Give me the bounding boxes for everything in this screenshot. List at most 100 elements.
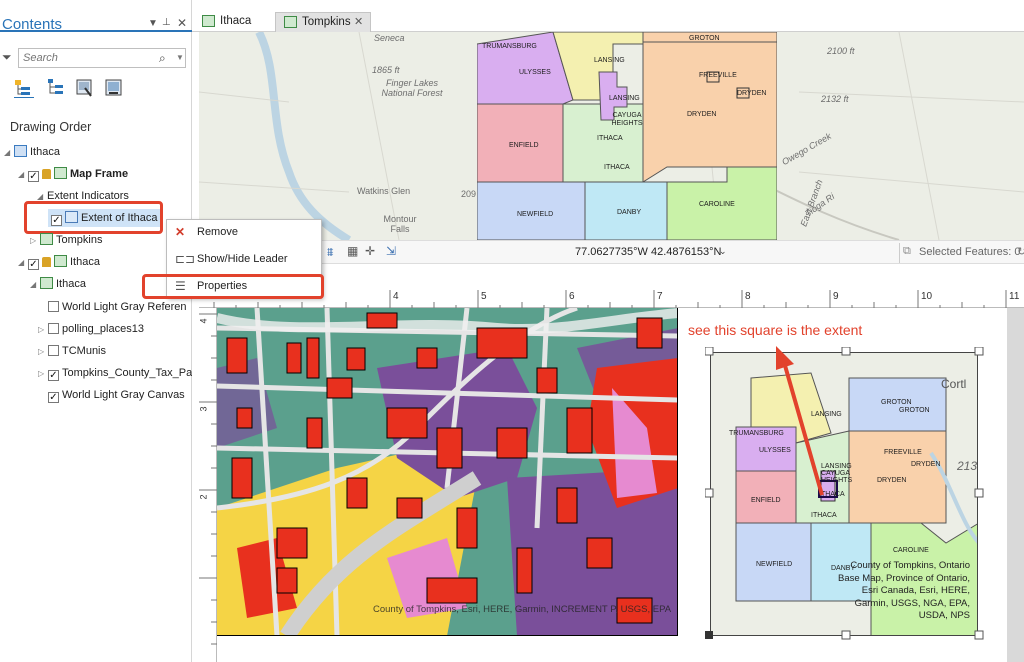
filter-icon[interactable]: ⏷ <box>2 50 12 65</box>
search-input[interactable] <box>19 49 159 67</box>
tab-tompkins[interactable]: Tompkins ✕ <box>275 12 371 32</box>
layout-tab-icon <box>202 15 215 27</box>
region-label: ENFIELD <box>509 142 539 149</box>
menu-item-show-hide-leader[interactable]: ⊏⊐ Show/Hide Leader <box>167 248 321 270</box>
pane-menu-icon[interactable]: ▼ <box>148 18 158 29</box>
highlight-extent-item <box>24 201 163 234</box>
map-status-bar: ⩩ ▦ ✛ ⇲ 77.0627735°W 42.4876153°N ⌄ ⧉ Se… <box>199 240 1024 264</box>
bg-label: Finger Lakes National Forest <box>381 78 443 98</box>
map-frame-icon <box>54 167 67 179</box>
expand-icon[interactable]: ▷ <box>38 365 48 382</box>
view-tabs: Ithaca Tompkins ✕ <box>192 10 1024 32</box>
constraints-icon[interactable]: ⇲ <box>386 244 396 258</box>
parcel-map <box>217 308 677 635</box>
region-label: LANSING <box>609 95 640 102</box>
expand-icon[interactable]: ▷ <box>38 321 48 338</box>
tree-item-label: Map Frame <box>70 168 129 180</box>
ruler-number: 4 <box>198 318 209 324</box>
coordinate-system-dropdown-icon[interactable]: ⌄ <box>719 246 727 257</box>
ruler-number: 3 <box>198 406 209 412</box>
tree-item-ithaca-frame[interactable]: ◢ ✓ Ithaca <box>18 253 100 271</box>
layer-row[interactable]: ▷ ✓ Tompkins_County_Tax_Pa <box>38 364 192 382</box>
selected-features-count: Selected Features: 0 <box>919 246 1021 258</box>
map-tab-icon <box>284 16 297 28</box>
layer-checkbox[interactable] <box>48 301 59 312</box>
region-label: CAROLINE <box>699 201 735 208</box>
scale-tool-icon[interactable]: ⩩ <box>327 245 333 260</box>
layer-label: Tompkins_County_Tax_Pa <box>62 367 192 379</box>
tree-item-label: Tompkins <box>56 234 103 246</box>
main-map-attribution: County of Tompkins, Esri, HERE, Garmin, … <box>373 604 672 615</box>
tab-ithaca[interactable]: Ithaca <box>194 12 270 32</box>
collapse-icon[interactable]: ◢ <box>30 276 40 294</box>
tree-item-ithaca-map[interactable]: ◢ Ithaca <box>30 275 86 293</box>
tompkins-map-view[interactable]: Seneca 1865 ft Finger Lakes National For… <box>199 32 1024 240</box>
region-label: DRYDEN <box>687 111 717 118</box>
menu-item-remove[interactable]: ✕ Remove <box>167 221 321 243</box>
tree-item-ithaca-layout[interactable]: ◢ Ithaca <box>4 143 60 161</box>
tree-item-tompkins[interactable]: ▷ Tompkins <box>30 231 102 249</box>
layer-checkbox[interactable] <box>48 323 59 334</box>
bg-label: 209 <box>461 189 477 199</box>
ruler-number: 8 <box>745 291 751 302</box>
collapse-icon[interactable]: ◢ <box>18 254 28 272</box>
layout-icon <box>14 145 27 157</box>
pin-icon[interactable]: ⊥ <box>162 17 171 28</box>
layer-label: World Light Gray Canvas <box>62 389 185 401</box>
frame-checkbox[interactable]: ✓ <box>28 259 39 270</box>
list-by-drawing-order-icon[interactable] <box>14 78 34 98</box>
annotation-arrow <box>776 346 824 496</box>
ruler-number: 11 <box>1009 291 1020 302</box>
collapse-icon[interactable]: ◢ <box>18 166 28 184</box>
tab-close-icon[interactable]: ✕ <box>354 13 363 32</box>
list-by-labeling-icon[interactable] <box>104 78 124 98</box>
expand-icon[interactable]: ▷ <box>38 343 48 360</box>
layer-checkbox[interactable]: ✓ <box>48 392 59 403</box>
map-frame-icon <box>40 233 53 245</box>
search-icon[interactable]: ⌕ <box>159 51 166 66</box>
bg-label: Seneca <box>374 33 405 43</box>
ithaca-parcel-map-frame[interactable] <box>217 308 678 636</box>
menu-item-label: Remove <box>197 226 238 238</box>
layer-row[interactable]: ▷ polling_places13 <box>38 320 192 338</box>
ruler-vertical: 4 3 2 <box>199 308 217 662</box>
drawing-order-heading: Drawing Order <box>10 120 92 134</box>
list-by-source-icon[interactable] <box>46 78 66 98</box>
refresh-icon[interactable]: ↻ <box>1017 245 1024 258</box>
tab-label: Ithaca <box>220 15 252 27</box>
search-box[interactable]: ⌕ ▼ <box>18 48 186 68</box>
grid-icon[interactable]: ▦ <box>347 244 358 258</box>
layer-row[interactable]: ✓ World Light Gray Canvas <box>38 386 192 404</box>
region-label: NEWFIELD <box>517 211 554 218</box>
tree-item-map-frame[interactable]: ◢ ✓ Map Frame <box>18 165 128 183</box>
region-label: ITHACA <box>604 164 630 171</box>
ruler-number: 9 <box>833 291 839 302</box>
tree-item-label: Ithaca <box>30 146 60 158</box>
bg-label: 2132 ft <box>821 94 849 104</box>
selection-icon: ⧉ <box>903 245 911 257</box>
ruler-ticks <box>199 313 217 645</box>
collapse-icon[interactable]: ◢ <box>4 144 14 162</box>
search-options-icon[interactable]: ▼ <box>176 53 184 62</box>
coordinates-readout: 77.0627735°W 42.4876153°N <box>575 246 722 258</box>
close-icon[interactable]: ✕ <box>177 16 187 30</box>
layer-checkbox[interactable] <box>48 345 59 356</box>
ruler-number: 4 <box>393 291 399 302</box>
layer-checkbox[interactable]: ✓ <box>48 370 59 381</box>
layer-row[interactable]: World Light Gray Referen <box>38 298 192 316</box>
tree-item-label: Ithaca <box>56 278 86 290</box>
map-icon <box>40 277 53 289</box>
leader-icon: ⊏⊐ <box>175 252 196 266</box>
region-label: ITHACA <box>597 135 623 142</box>
expand-icon[interactable]: ▷ <box>30 232 40 250</box>
region-label: ULYSSES <box>519 69 551 76</box>
tab-label: Tompkins <box>302 16 351 28</box>
pane-accent-line <box>0 30 192 32</box>
lock-icon <box>42 169 51 179</box>
bg-label: Montour Falls <box>383 214 417 234</box>
selection-handles[interactable] <box>705 347 985 642</box>
layer-row[interactable]: ▷ TCMunis <box>38 342 192 360</box>
map-frame-checkbox[interactable]: ✓ <box>28 171 39 182</box>
list-by-selection-icon[interactable] <box>75 78 95 98</box>
snapping-icon[interactable]: ✛ <box>365 244 375 258</box>
